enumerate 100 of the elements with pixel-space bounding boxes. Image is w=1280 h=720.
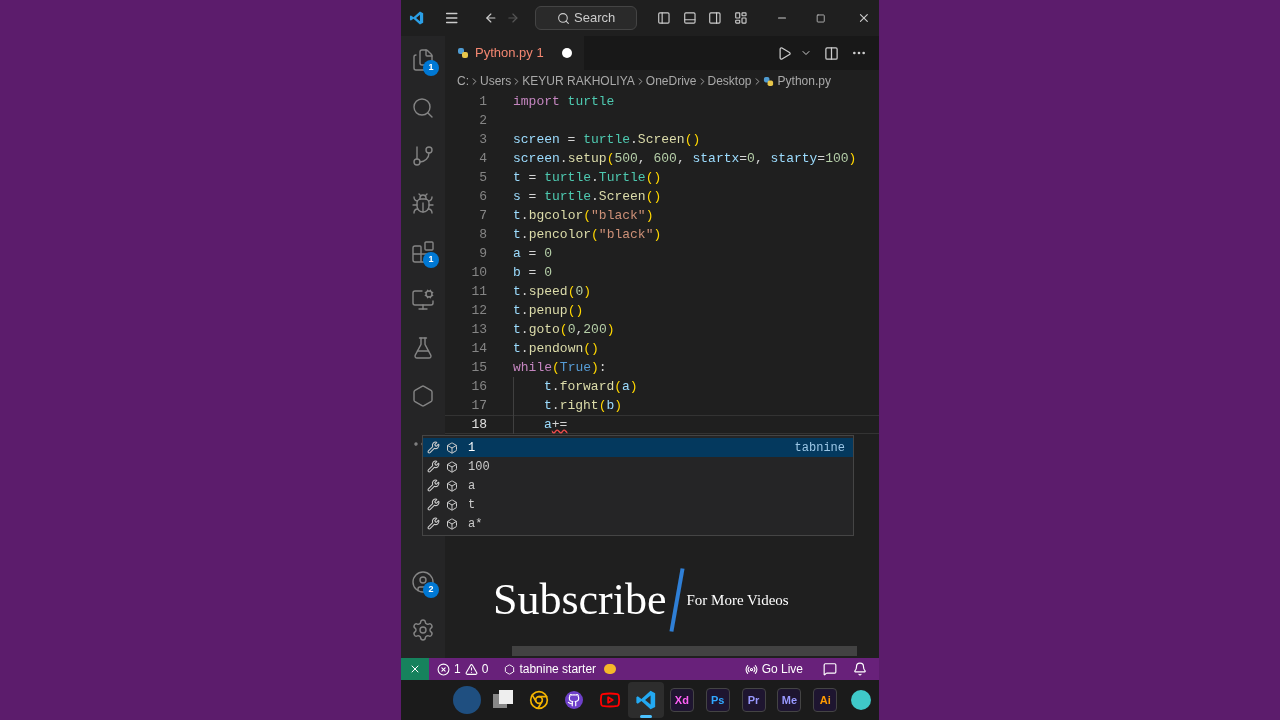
breadcrumb-item[interactable]: OneDrive [645,72,697,90]
taskbar-item[interactable]: Pr [735,682,772,718]
suggestion-item[interactable]: 1 tabnine [423,438,853,457]
subscribe-subtitle: For More Videos [686,590,789,610]
tabnine-button[interactable]: tabnine starter [504,660,617,678]
code-line: t.bgcolor("black") [513,206,654,225]
code-line: t.forward(a) [544,377,638,396]
line-number: 9 [478,244,487,263]
app-icon[interactable]: Ps [705,688,730,712]
wrench-icon [427,517,440,530]
taskbar-item[interactable]: Xd [663,682,700,718]
problems-button[interactable]: 1 0 [437,660,489,678]
breadcrumb-item[interactable]: C: [457,72,469,90]
run-icon[interactable] [777,45,792,61]
monitor-icon[interactable] [411,288,435,312]
code-line: while(True): [513,358,607,377]
code-line: screen = turtle.Screen() [513,130,701,149]
python-icon [457,47,469,59]
breadcrumb-item[interactable]: Users [480,72,512,90]
app-icon[interactable]: Pr [741,688,766,712]
browser-icon[interactable] [528,690,549,710]
badge: 2 [423,582,439,598]
tab-label: Python.py 1 [475,44,544,63]
line-number: 1 [478,92,487,111]
horizontal-scrollbar[interactable] [512,646,857,656]
app-icon[interactable]: Me [777,688,802,712]
line-number: 6 [478,187,487,206]
line-number: 5 [478,168,487,187]
cat-icon[interactable] [565,691,584,709]
panel-left-icon[interactable] [656,10,671,26]
error-count: 1 [454,661,461,678]
flask-icon[interactable] [411,336,435,360]
code-line: t.pencolor("black") [513,225,662,244]
bell-icon[interactable] [853,662,867,676]
subscribe-title: Subscribe [493,578,667,622]
code-line: a+= [544,415,568,434]
windows-icon[interactable] [492,690,513,710]
breadcrumb-item[interactable]: KEYUR RAKHOLIYA [522,72,635,90]
remote-icon [409,663,421,675]
suggestion-item[interactable]: a [423,476,853,495]
taskbar-item[interactable]: Ai [807,682,844,718]
breadcrumb-item[interactable]: Desktop [707,72,752,90]
line-number: 3 [478,130,487,149]
suggestion-item[interactable]: t [423,495,853,514]
go-live-label: Go Live [761,661,803,678]
branch-icon[interactable] [411,144,435,168]
taskbar-item[interactable]: Ps [699,682,736,718]
code-editor-icon [409,9,425,27]
line-number: 7 [478,206,487,225]
code-line: t.goto(0,200) [513,320,615,339]
cube-icon [446,517,458,530]
app-icon[interactable]: Xd [669,688,694,712]
wrench-icon [427,498,440,511]
suggestion-item[interactable]: 100 [423,457,853,476]
feedback-icon[interactable] [823,662,837,676]
taskbar-item[interactable]: Me [771,682,808,718]
app-icon[interactable]: Ai [813,688,838,712]
layout-icon[interactable] [734,10,748,26]
cube-icon [446,441,458,454]
bug-icon[interactable] [411,192,435,216]
suggestion-label: 100 [468,458,490,476]
settings-icon[interactable] [411,618,435,642]
line-number: 4 [478,149,487,168]
code-line: t.speed(0) [513,282,592,301]
cube-icon [446,498,458,511]
editor-tab[interactable]: Python.py 1 [445,36,584,70]
split-editor-icon[interactable] [824,45,839,61]
line-number: 15 [470,358,487,377]
badge: 1 [423,252,439,268]
wrench-icon [427,441,440,454]
code-line: t.right(b) [544,396,623,415]
code-line: t = turtle.Turtle() [513,168,662,187]
breadcrumb-item[interactable]: Python.py [777,72,831,90]
code-line: t.pendown() [513,339,599,358]
line-number: 13 [470,320,487,339]
maximize-icon[interactable] [815,12,826,24]
python-icon [762,75,774,87]
code-line: b = 0 [513,263,553,282]
files-icon[interactable] [411,48,435,72]
error-icon [437,662,450,676]
panel-right-icon[interactable] [708,10,723,26]
go-live-button[interactable]: Go Live [744,660,803,678]
line-number: 2 [478,111,487,130]
line-number: 12 [470,301,487,320]
line-number: 8 [478,225,487,244]
search-field[interactable]: Search [535,6,637,30]
blocks-icon[interactable] [411,240,435,264]
code-line: s = turtle.Screen() [513,187,662,206]
search-placeholder: Search [574,9,616,28]
badge: 1 [423,60,439,76]
wrench-icon [427,479,440,492]
code-editor-icon[interactable] [635,689,658,711]
suggestion-item[interactable]: a* [423,514,853,533]
taskbar-item[interactable] [628,682,664,718]
hexagon-icon [504,663,516,675]
cube-icon [446,460,458,473]
hexagon-icon[interactable] [411,384,435,408]
line-number: 14 [470,339,487,358]
panel-bottom-icon[interactable] [682,10,697,26]
line-number: 16 [470,377,487,396]
